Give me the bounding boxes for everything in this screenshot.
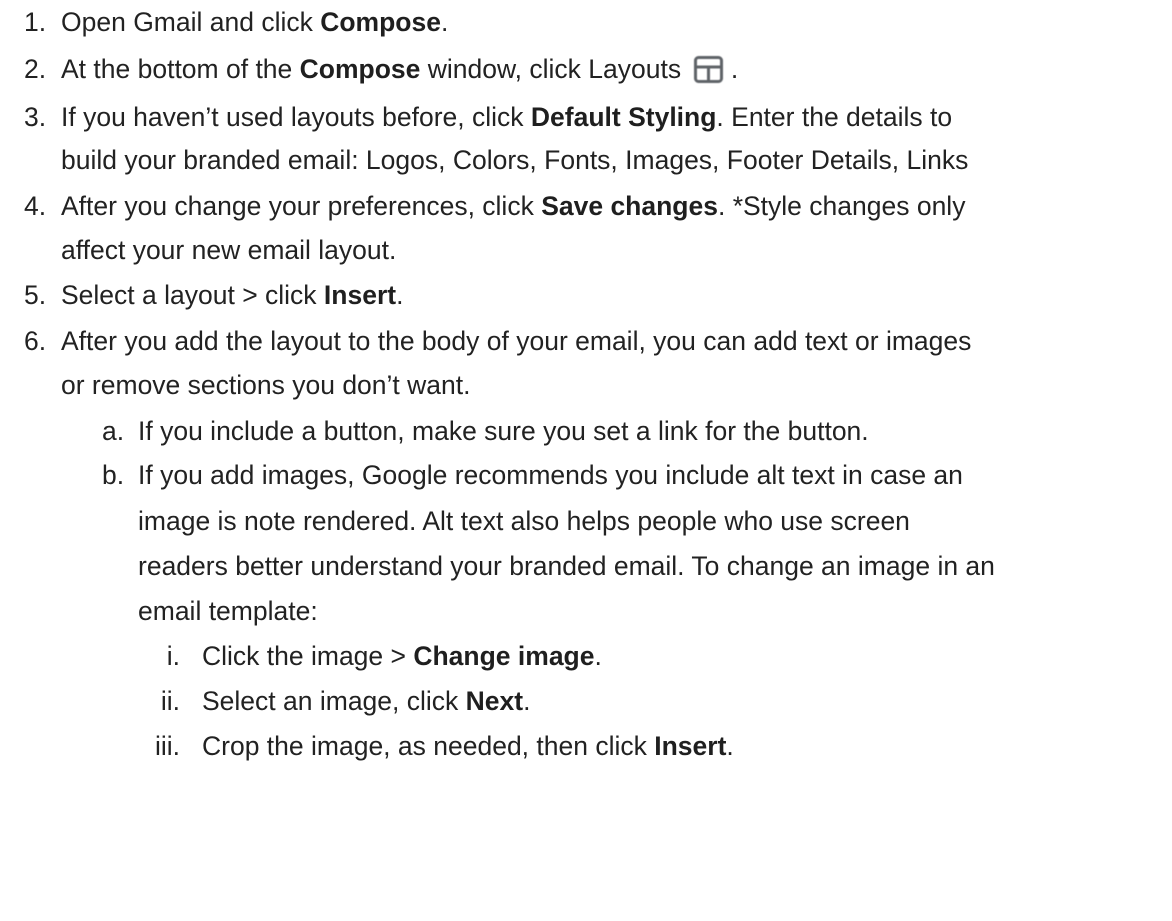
ui-term-default-styling: Default Styling <box>530 102 717 132</box>
step-text: If you include a button, make sure you s… <box>138 416 869 446</box>
step-text: Select a layout > click Insert. <box>61 280 404 310</box>
ui-term-insert: Insert <box>654 731 727 761</box>
step-3-continued: build your branded email: Logos, Colors,… <box>0 138 1172 182</box>
step-text: or remove sections you don’t want. <box>61 370 471 400</box>
step-text: affect your new email layout. <box>61 235 397 265</box>
list-number: 1. <box>24 7 47 37</box>
step-text: build your branded email: Logos, Colors,… <box>61 145 969 175</box>
substep-b-continued: readers better understand your branded e… <box>0 544 1172 588</box>
ui-term-compose: Compose <box>320 7 441 37</box>
step-4-continued: affect your new email layout. <box>0 228 1172 272</box>
ui-term-next: Next <box>465 686 524 716</box>
step-text: Click the image > Change image. <box>202 641 602 671</box>
list-number: 2. <box>24 54 47 84</box>
substep-i: i. Click the image > Change image. <box>0 634 1172 678</box>
step-text: image is note rendered. Alt text also he… <box>138 506 910 536</box>
list-roman: ii. <box>160 686 180 716</box>
ui-term-compose: Compose <box>299 54 421 84</box>
substep-ii: ii. Select an image, click Next. <box>0 679 1172 723</box>
step-text: readers better understand your branded e… <box>138 551 995 581</box>
ui-term-save-changes: Save changes <box>541 191 718 221</box>
substep-iii: iii. Crop the image, as needed, then clic… <box>0 724 1172 768</box>
list-letter: b. <box>102 460 125 490</box>
step-text: Select an image, click Next. <box>202 686 531 716</box>
list-roman: iii. <box>154 731 180 761</box>
step-text: Crop the image, as needed, then click In… <box>202 731 734 761</box>
substep-b-continued: email template: <box>0 589 1172 633</box>
step-text: After you change your preferences, click… <box>61 191 966 221</box>
step-6: 6. After you add the layout to the body o… <box>0 319 1172 363</box>
step-text: If you haven’t used layouts before, clic… <box>61 102 953 132</box>
instructions-document: 1. Open Gmail and click Compose. 2. At the… <box>0 0 1172 921</box>
substep-a: a. If you include a button, make sure you… <box>0 409 1172 453</box>
substep-b: b. If you add images, Google recommends y… <box>0 453 1172 497</box>
list-number: 5. <box>24 280 47 310</box>
list-number: 6. <box>24 326 47 356</box>
step-text: email template: <box>138 596 318 626</box>
step-4: 4. After you change your preferences, cli… <box>0 184 1172 228</box>
list-roman: i. <box>166 641 180 671</box>
step-5: 5. Select a layout > click Insert. <box>0 273 1172 317</box>
step-2: 2. At the bottom of the Compose window, c… <box>0 47 1172 91</box>
layouts-icon <box>694 56 724 83</box>
step-text: At the bottom of the Compose window, cli… <box>61 54 739 84</box>
list-letter: a. <box>102 416 125 446</box>
step-6-continued: or remove sections you don’t want. <box>0 363 1172 407</box>
ui-term-change-image: Change image <box>413 641 595 671</box>
step-3: 3. If you haven’t used layouts before, cl… <box>0 95 1172 139</box>
step-text: After you add the layout to the body of … <box>61 326 972 356</box>
step-1: 1. Open Gmail and click Compose. <box>0 0 1172 44</box>
substep-b-continued: image is note rendered. Alt text also he… <box>0 499 1172 543</box>
step-text: Open Gmail and click Compose. <box>61 7 449 37</box>
list-number: 4. <box>24 191 47 221</box>
step-text: If you add images, Google recommends you… <box>138 460 963 490</box>
list-number: 3. <box>24 102 47 132</box>
ui-term-insert: Insert <box>323 280 397 310</box>
